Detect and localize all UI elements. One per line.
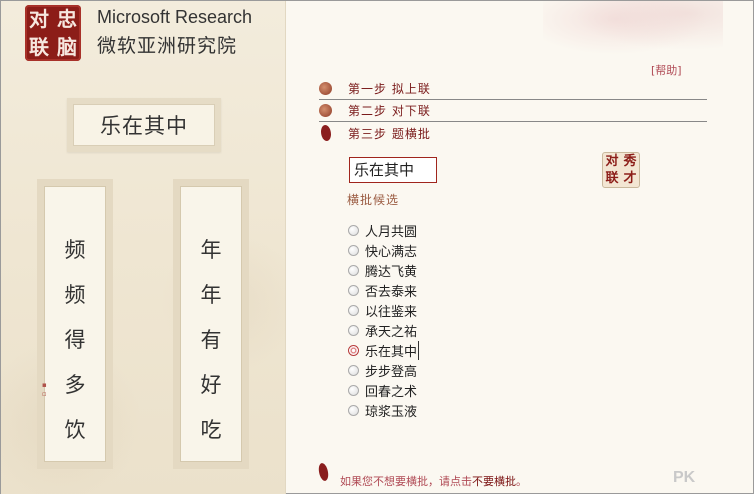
button-char: 秀 xyxy=(623,154,637,169)
step-label: 第一步 拟上联 xyxy=(348,82,431,96)
step-bullet-icon xyxy=(319,82,332,95)
radio-checked-icon[interactable] xyxy=(348,344,359,356)
radio-icon[interactable] xyxy=(348,224,359,236)
couplet-char: 有 xyxy=(200,328,222,352)
candidate-label: 乐在其中 xyxy=(365,340,420,360)
logo-char: 联 xyxy=(29,35,49,59)
logo-char: 脑 xyxy=(57,35,77,59)
step-bullet-icon xyxy=(319,104,332,117)
logo-char: 对 xyxy=(29,7,49,31)
brand-name-zh: 微软亚洲研究院 xyxy=(97,35,238,57)
couplet-char: 频 xyxy=(64,283,86,307)
radio-icon[interactable] xyxy=(348,324,359,336)
couplet-char: 频 xyxy=(64,238,86,262)
plum-blossom-decoration xyxy=(543,1,723,61)
candidate-option[interactable]: 以往鉴来 xyxy=(348,300,419,320)
radio-icon[interactable] xyxy=(348,364,359,376)
candidate-option[interactable]: 承天之祐 xyxy=(348,320,419,340)
radio-icon[interactable] xyxy=(348,244,359,256)
logo-char: 忠 xyxy=(57,7,77,31)
candidate-option[interactable]: 人月共圆 xyxy=(348,220,419,240)
couplet-char: 饮 xyxy=(64,418,86,442)
candidate-option[interactable]: 步步登高 xyxy=(348,360,419,380)
pk-watermark: PK xyxy=(673,469,696,486)
help-link[interactable]: [帮助] xyxy=(651,62,682,78)
seal-stamp-icon: ▪ ▫ xyxy=(42,381,47,398)
candidate-option-selected[interactable]: 乐在其中 xyxy=(348,340,420,360)
candidate-label: 承天之祐 xyxy=(365,324,418,340)
radio-icon[interactable] xyxy=(348,404,359,416)
step-1-compose-upper[interactable]: 第一步 拟上联 xyxy=(319,78,707,100)
brand-name-en: Microsoft Research xyxy=(97,7,253,27)
brush-icon xyxy=(316,462,331,482)
duilian-logo-seal: 对 忠 联 脑 xyxy=(25,5,81,61)
step-2-match-lower[interactable]: 第二步 对下联 xyxy=(319,100,707,122)
candidate-label: 否去泰来 xyxy=(365,284,418,300)
button-char: 联 xyxy=(605,171,619,186)
candidate-label: 琼浆玉液 xyxy=(365,404,418,420)
couplet-char: 多 xyxy=(64,373,86,397)
candidate-label: 人月共圆 xyxy=(365,224,418,240)
candidate-label: 以往鉴来 xyxy=(365,304,418,320)
footer-suffix: 。 xyxy=(516,475,527,488)
candidate-option[interactable]: 琼浆玉液 xyxy=(348,400,419,420)
couplet-char: 年 xyxy=(200,283,222,307)
radio-icon[interactable] xyxy=(348,264,359,276)
radio-icon[interactable] xyxy=(348,284,359,296)
candidates-title: 横批候选 xyxy=(347,193,400,207)
radio-icon[interactable] xyxy=(348,304,359,316)
candidate-list: 人月共圆 快心满志 腾达飞黄 否去泰来 以往鉴来 承天之祐 乐在其中 步步登高 … xyxy=(348,220,420,420)
step-3-choose-hengpi[interactable]: 第三步 题横批 xyxy=(318,122,707,144)
hengpi-input[interactable]: 乐在其中 xyxy=(349,157,437,183)
candidate-option[interactable]: 腾达飞黄 xyxy=(348,260,419,280)
no-hengpi-link[interactable]: 不要横批 xyxy=(472,475,516,488)
brush-icon xyxy=(318,123,334,143)
step-label: 第二步 对下联 xyxy=(348,104,431,118)
candidate-label: 回春之术 xyxy=(365,384,418,400)
couplet-char: 年 xyxy=(200,238,222,262)
candidate-option[interactable]: 快心满志 xyxy=(348,240,419,260)
couplet-char: 好 xyxy=(200,373,222,397)
upper-couplet-display: 频 频 得 多 饮 xyxy=(37,179,113,469)
button-char: 对 xyxy=(605,154,619,169)
radio-icon[interactable] xyxy=(348,384,359,396)
couplet-char: 吃 xyxy=(200,418,222,442)
couplet-char: 得 xyxy=(64,328,86,352)
button-char: 才 xyxy=(623,171,637,186)
candidate-label: 快心满志 xyxy=(365,244,418,260)
step-label: 第三步 题横批 xyxy=(348,126,431,141)
lower-couplet-display: 年 年 有 好 吃 xyxy=(173,179,249,469)
candidate-option[interactable]: 回春之术 xyxy=(348,380,419,400)
footer-note: 如果您不想要横批，请点击不要横批。 xyxy=(340,473,527,489)
footer-prefix: 如果您不想要横批，请点击 xyxy=(340,475,472,488)
candidate-option[interactable]: 否去泰来 xyxy=(348,280,419,300)
candidate-label: 腾达飞黄 xyxy=(365,264,418,280)
hengpi-display: 乐在其中 xyxy=(67,98,221,152)
candidate-label: 步步登高 xyxy=(365,364,418,380)
generate-duilian-button[interactable]: 对 秀 联 才 xyxy=(602,152,640,188)
